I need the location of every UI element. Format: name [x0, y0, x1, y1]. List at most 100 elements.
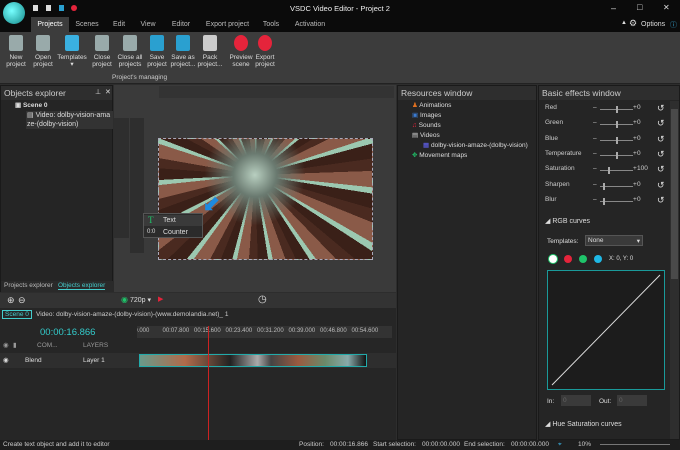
ribbon-button-3[interactable]: Close project [90, 34, 114, 68]
channel-white[interactable] [549, 255, 557, 263]
resource-videos[interactable]: ▤ Videos [412, 131, 440, 141]
resolution-select[interactable]: 720p ▾ [130, 296, 151, 304]
video-clip[interactable] [139, 354, 367, 367]
resource-images[interactable]: ▣ Images [412, 111, 441, 121]
tab-projects-explorer[interactable]: Projects explorer [4, 282, 53, 289]
minus-icon[interactable]: – [593, 104, 597, 111]
timeline-tab-video[interactable]: Video: dolby-vision-amaze-(dolby-vision)… [36, 311, 228, 318]
out-input[interactable]: 0 [617, 395, 647, 406]
ribbon-button-6[interactable]: Save as project... [170, 34, 196, 68]
hue-saturation-header[interactable]: ◢ Hue Saturation curves [545, 420, 622, 428]
eye-icon[interactable]: ◉ [121, 295, 128, 304]
minimize-button[interactable]: – [611, 3, 616, 13]
minus-icon[interactable]: – [593, 150, 597, 157]
reset-icon[interactable]: ↺ [657, 164, 665, 175]
slider-knob[interactable] [615, 136, 618, 144]
tab-tools[interactable]: Tools [259, 17, 283, 32]
collapse-ribbon-icon[interactable]: ▲ [621, 20, 627, 26]
ribbon-button-7[interactable]: Pack project... [196, 34, 224, 68]
timeline-tab-scene[interactable]: Scene 0 [2, 310, 32, 319]
close-button[interactable]: ✕ [663, 3, 670, 12]
channel-green[interactable] [579, 255, 587, 263]
tab-edit[interactable]: Edit [108, 17, 130, 32]
tree-item-video[interactable]: ▤ Video: dolby-vision-amaze-(dolby-visio… [26, 111, 113, 129]
resource-video-file[interactable]: ▦ dolby-vision-amaze-(dolby-vision) [423, 141, 528, 151]
maximize-button[interactable]: □ [637, 2, 642, 12]
in-input[interactable]: 0 [561, 395, 591, 406]
info-icon[interactable]: ⓘ [670, 20, 677, 30]
slider-knob[interactable] [615, 121, 618, 129]
scrollbar[interactable] [670, 101, 679, 439]
zoom-in-icon[interactable]: ⊕ [7, 295, 15, 306]
minus-icon[interactable]: – [593, 165, 597, 172]
visibility-icon[interactable]: ◉ [3, 341, 9, 349]
record-icon[interactable]: ▶ [158, 295, 163, 303]
reset-icon[interactable]: ↺ [657, 103, 665, 114]
ribbon-button-5[interactable]: Save project [146, 34, 168, 68]
ruler-tick-label: 00:23.400 [225, 328, 253, 334]
pin-icon[interactable]: ⊥ [95, 88, 101, 96]
templates-select[interactable]: None ▾ [585, 235, 643, 246]
slider-knob[interactable] [603, 182, 606, 190]
reset-icon[interactable]: ↺ [657, 118, 665, 129]
tab-view[interactable]: View [136, 17, 160, 32]
video-preview[interactable] [158, 138, 373, 260]
effect-slider[interactable] [600, 197, 633, 205]
options-button[interactable]: Options [641, 21, 665, 28]
tab-activation[interactable]: Activation [290, 17, 330, 32]
effect-slider[interactable] [600, 151, 633, 159]
ribbon-button-2[interactable]: Templates ▾ [57, 34, 87, 68]
curve-editor[interactable] [547, 270, 665, 390]
ribbon-button-4[interactable]: Close all projects [116, 34, 144, 68]
effect-slider[interactable] [600, 182, 633, 190]
effect-slider[interactable] [600, 121, 633, 129]
layer-visibility-icon[interactable]: ◉ [3, 356, 9, 364]
channel-red[interactable] [564, 255, 572, 263]
ribbon-button-0[interactable]: New project [3, 34, 29, 68]
ribbon-button-8[interactable]: Preview scene [229, 34, 253, 68]
tree-item-scene[interactable]: ▣ Scene 0 [15, 101, 48, 111]
ribbon-tabs: Projects Scenes Edit View Editor Export … [0, 17, 680, 32]
zoom-out-icon[interactable]: ⊖ [18, 295, 26, 306]
slider-knob[interactable] [607, 167, 610, 175]
tab-export-project[interactable]: Export project [200, 17, 255, 32]
effect-slider[interactable] [600, 167, 633, 175]
channel-blue[interactable] [594, 255, 602, 263]
minus-icon[interactable]: – [593, 119, 597, 126]
minus-icon[interactable]: – [593, 181, 597, 188]
tab-editor[interactable]: Editor [166, 17, 196, 32]
slider-knob[interactable] [615, 151, 618, 159]
effect-slider[interactable] [600, 106, 633, 113]
composition-label: COM... [37, 342, 58, 349]
menu-item-text[interactable]: T Text [144, 215, 202, 226]
ribbon-button-9[interactable]: Export project [253, 34, 277, 68]
slider-knob[interactable] [603, 197, 606, 205]
resource-animations[interactable]: ♟ Animations [412, 101, 451, 111]
effect-slider[interactable] [600, 136, 633, 144]
minus-icon[interactable]: – [593, 196, 597, 203]
tab-scenes[interactable]: Scenes [72, 17, 102, 32]
reset-icon[interactable]: ↺ [657, 180, 665, 191]
slider-knob[interactable] [615, 106, 618, 113]
close-panel-icon[interactable]: ✕ [105, 88, 111, 96]
rgb-curves-header[interactable]: ◢ RGB curves [545, 217, 590, 225]
reset-icon[interactable]: ↺ [657, 195, 665, 206]
ribbon-button-label: New project [6, 54, 26, 68]
playhead[interactable] [208, 326, 209, 440]
zoom-slider[interactable] [600, 444, 670, 445]
lock-icon[interactable]: ▮ [13, 341, 17, 349]
ribbon-button-1[interactable]: Open project [30, 34, 56, 68]
resource-movement-maps[interactable]: ✥ Movement maps [412, 151, 467, 161]
ruler[interactable]: 00.00000:07.80000:15.60000:23.40000:31.2… [137, 326, 392, 338]
reset-icon[interactable]: ↺ [657, 134, 665, 145]
tab-projects[interactable]: Projects [31, 17, 69, 32]
tab-objects-explorer[interactable]: Objects explorer [58, 282, 106, 290]
minus-icon[interactable]: – [593, 135, 597, 142]
blend-select[interactable]: Blend [25, 357, 42, 364]
gear-icon[interactable]: ⚙ [629, 18, 637, 29]
clock-icon[interactable]: ◷ [258, 294, 267, 305]
reset-icon[interactable]: ↺ [657, 149, 665, 160]
resource-sounds[interactable]: ♫ Sounds [412, 121, 441, 131]
menu-item-counter[interactable]: 0:0 Counter [144, 227, 202, 238]
fit-icon[interactable]: ⌖ [558, 440, 562, 450]
